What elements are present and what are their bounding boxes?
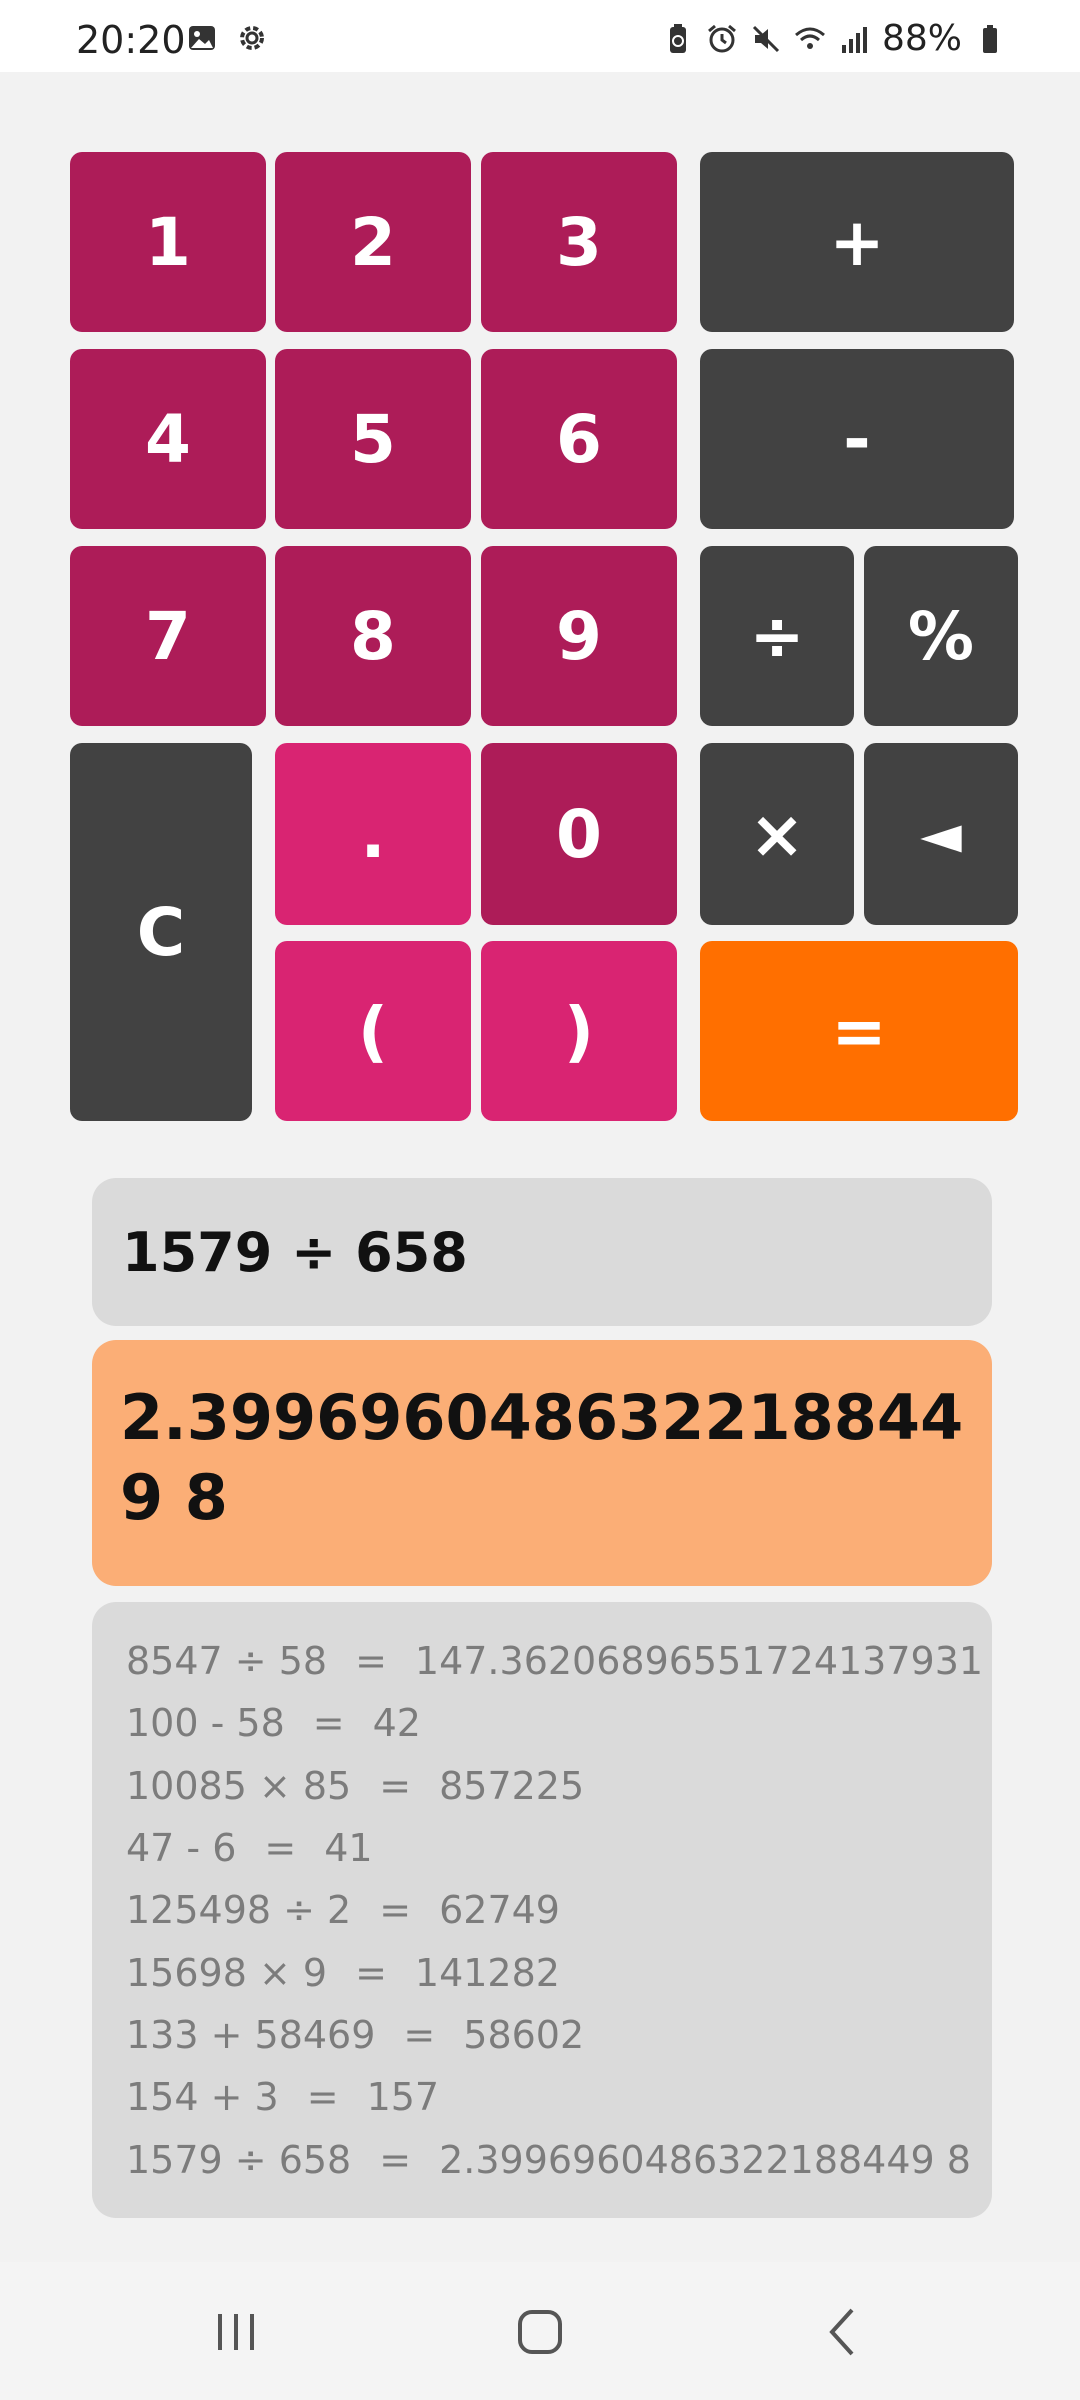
history-equals-sign: = (379, 1888, 412, 1933)
history-expression: 125498 ÷ 2 (126, 1888, 352, 1933)
history-list[interactable]: 8547 ÷ 58 = 147.36206896551724137931 100 -… (92, 1602, 992, 2218)
navigation-bar (0, 2262, 1080, 2400)
mute-icon (750, 23, 782, 55)
decimal-point-button[interactable]: . (275, 743, 471, 925)
open-paren-button[interactable]: ( (275, 941, 471, 1121)
key-5[interactable]: 5 (275, 349, 471, 529)
key-0[interactable]: 0 (481, 743, 677, 925)
history-item[interactable]: 47 - 6 = 41 (126, 1817, 992, 1879)
backspace-button[interactable]: ◄ (864, 743, 1018, 925)
battery-icon (974, 23, 1006, 55)
key-7[interactable]: 7 (70, 546, 266, 726)
result-display: 2.3996960486322188449 8 (92, 1340, 992, 1586)
history-item[interactable]: 100 - 58 = 42 (126, 1692, 992, 1754)
history-item[interactable]: 8547 ÷ 58 = 147.36206896551724137931 (126, 1630, 992, 1692)
key-4[interactable]: 4 (70, 349, 266, 529)
status-bar: 20:20 88% (0, 0, 1080, 72)
wifi-icon (794, 23, 826, 55)
history-expression: 100 - 58 (126, 1701, 285, 1746)
gear-icon (236, 22, 268, 54)
history-result: 857225 (439, 1763, 585, 1808)
history-item[interactable]: 133 + 58469 = 58602 (126, 2004, 992, 2066)
history-item[interactable]: 125498 ÷ 2 = 62749 (126, 1879, 992, 1941)
history-equals-sign: = (264, 1826, 297, 1871)
history-expression: 133 + 58469 (126, 2012, 376, 2057)
history-item[interactable]: 154 + 3 = 157 (126, 2066, 992, 2128)
history-expression: 1579 ÷ 658 (126, 2137, 352, 2182)
history-result: 41 (324, 1826, 373, 1871)
status-time: 20:20 (76, 18, 186, 62)
expression-display: 1579 ÷ 658 (92, 1178, 992, 1326)
history-item[interactable]: 10085 × 85 = 857225 (126, 1755, 992, 1817)
key-9[interactable]: 9 (481, 546, 677, 726)
history-item[interactable]: 1579 ÷ 658 = 2.3996960486322188449 8 (126, 2128, 992, 2190)
history-item[interactable]: 15698 × 9 = 141282 (126, 1941, 992, 2003)
divide-button[interactable]: ÷ (700, 546, 854, 726)
multiply-button[interactable]: × (700, 743, 854, 925)
history-equals-sign: = (355, 1639, 387, 1684)
key-6[interactable]: 6 (481, 349, 677, 529)
percent-button[interactable]: % (864, 546, 1018, 726)
history-equals-sign: = (355, 1950, 387, 1995)
history-expression: 47 - 6 (126, 1826, 237, 1871)
recycle-battery-icon (662, 23, 694, 55)
history-result: 147.36206896551724137931 (414, 1639, 984, 1684)
minus-button[interactable]: - (700, 349, 1014, 529)
history-result: 2.3996960486322188449 8 (439, 2137, 971, 2182)
history-result: 42 (372, 1701, 421, 1746)
equals-button[interactable]: = (700, 941, 1018, 1121)
close-paren-button[interactable]: ) (481, 941, 677, 1121)
history-expression: 8547 ÷ 58 (126, 1639, 328, 1684)
history-expression: 15698 × 9 (126, 1950, 328, 1995)
key-2[interactable]: 2 (275, 152, 471, 332)
recent-apps-icon[interactable] (196, 2292, 276, 2372)
history-equals-sign: = (306, 2075, 339, 2120)
plus-button[interactable]: + (700, 152, 1014, 332)
back-icon[interactable] (802, 2292, 882, 2372)
signal-icon (838, 23, 870, 55)
history-result: 141282 (414, 1950, 560, 1995)
history-result: 157 (366, 2075, 440, 2120)
key-8[interactable]: 8 (275, 546, 471, 726)
history-result: 62749 (439, 1888, 560, 1933)
history-expression: 10085 × 85 (126, 1763, 352, 1808)
key-1[interactable]: 1 (70, 152, 266, 332)
history-expression: 154 + 3 (126, 2075, 279, 2120)
home-icon[interactable] (500, 2292, 580, 2372)
history-equals-sign: = (403, 2012, 436, 2057)
image-icon (186, 22, 218, 54)
alarm-icon (706, 23, 738, 55)
battery-percent: 88% (881, 18, 962, 59)
history-equals-sign: = (379, 2137, 412, 2182)
expression-text: 1579 ÷ 658 (122, 1220, 468, 1284)
key-3[interactable]: 3 (481, 152, 677, 332)
result-text: 2.3996960486322188449 8 (120, 1381, 964, 1534)
history-result: 58602 (463, 2012, 585, 2057)
clear-button[interactable]: C (70, 743, 252, 1121)
history-equals-sign: = (312, 1701, 345, 1746)
history-equals-sign: = (379, 1763, 412, 1808)
